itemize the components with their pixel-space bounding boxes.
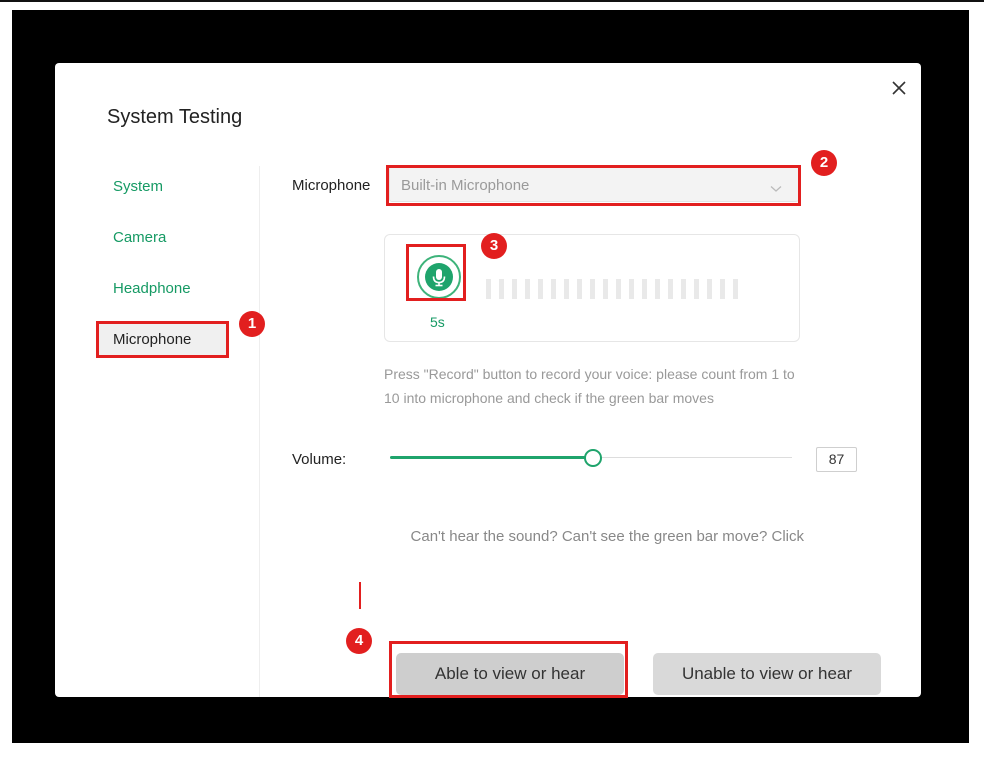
volume-label: Volume: bbox=[292, 451, 347, 468]
help-text-container: Can't hear the sound? Can't see the gree… bbox=[380, 528, 804, 552]
sidebar-divider bbox=[259, 166, 260, 697]
microphone-select[interactable]: Built-in Microphone bbox=[389, 166, 799, 202]
level-bar bbox=[577, 279, 582, 299]
level-bar bbox=[486, 279, 491, 299]
level-bar bbox=[499, 279, 504, 299]
volume-value: 87 bbox=[816, 447, 857, 472]
volume-slider[interactable] bbox=[390, 448, 792, 468]
help-link[interactable]: Can't hear the sound? Can't see the gree… bbox=[411, 528, 804, 545]
unable-to-view-or-hear-button[interactable]: Unable to view or hear bbox=[653, 653, 881, 695]
record-panel: 5s bbox=[384, 234, 800, 342]
level-bar bbox=[525, 279, 530, 299]
sidebar-item-system[interactable]: System bbox=[113, 178, 163, 195]
record-instructions: Press "Record" button to record your voi… bbox=[384, 366, 795, 406]
sidebar-item-camera[interactable]: Camera bbox=[113, 229, 166, 246]
level-bar bbox=[629, 279, 634, 299]
level-bar bbox=[616, 279, 621, 299]
microphone-select-value: Built-in Microphone bbox=[401, 177, 530, 194]
level-bar bbox=[733, 279, 738, 299]
top-border bbox=[0, 0, 984, 2]
microphone-icon bbox=[425, 263, 453, 291]
record-button[interactable] bbox=[417, 255, 461, 299]
system-testing-dialog: System Testing System Camera Headphone M… bbox=[55, 63, 921, 697]
level-bar bbox=[564, 279, 569, 299]
level-bar bbox=[512, 279, 517, 299]
level-bar bbox=[538, 279, 543, 299]
audio-level-meter bbox=[486, 279, 738, 299]
level-bar bbox=[642, 279, 647, 299]
volume-slider-fill bbox=[390, 456, 593, 459]
sidebar-item-headphone[interactable]: Headphone bbox=[113, 280, 191, 297]
level-bar bbox=[694, 279, 699, 299]
record-timer: 5s bbox=[430, 314, 445, 330]
level-bar bbox=[707, 279, 712, 299]
level-bar bbox=[681, 279, 686, 299]
level-bar bbox=[668, 279, 673, 299]
annotation-badge-4: 4 bbox=[346, 628, 372, 654]
level-bar bbox=[551, 279, 556, 299]
annotation-badge-1: 1 bbox=[239, 311, 265, 337]
level-bar bbox=[720, 279, 725, 299]
level-bar bbox=[590, 279, 595, 299]
sidebar-item-microphone[interactable]: Microphone bbox=[97, 324, 227, 356]
annotation-badge-2: 2 bbox=[811, 150, 837, 176]
level-bar bbox=[603, 279, 608, 299]
microphone-label: Microphone bbox=[292, 177, 371, 194]
text-cursor bbox=[359, 582, 361, 609]
close-icon[interactable] bbox=[889, 78, 909, 98]
chevron-down-icon bbox=[770, 180, 782, 198]
dialog-title: System Testing bbox=[107, 106, 243, 128]
volume-slider-thumb[interactable] bbox=[583, 449, 602, 467]
able-to-view-or-hear-button[interactable]: Able to view or hear bbox=[396, 653, 624, 695]
annotation-badge-3: 3 bbox=[481, 233, 507, 259]
level-bar bbox=[655, 279, 660, 299]
